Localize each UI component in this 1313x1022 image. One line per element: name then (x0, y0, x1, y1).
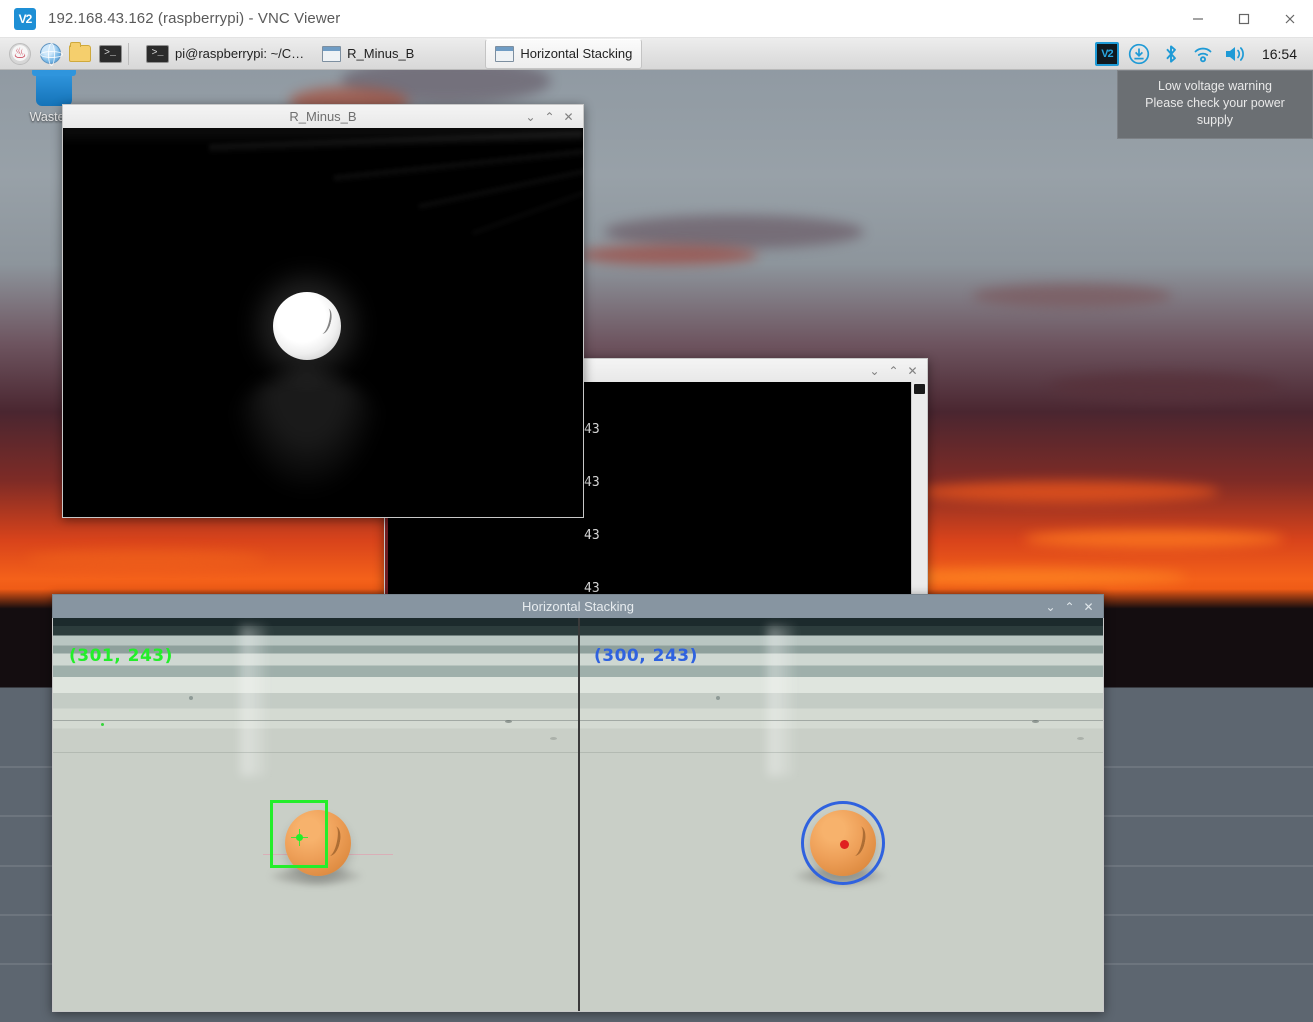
taskbar-item-label: pi@raspberrypi: ~/C… (175, 46, 305, 61)
noise-pixel (101, 723, 104, 726)
coordinate-label: (301, 243) (69, 646, 173, 666)
taskbar-separator (128, 42, 129, 65)
detected-blob (273, 292, 342, 361)
warning-line-1: Low voltage warning (1158, 79, 1272, 93)
wastebasket-icon (32, 68, 76, 106)
raspbian-taskbar: ♨ >_ >_ pi@raspberrypi: ~/C… R_Minus_B H… (0, 38, 1313, 70)
scene-speck (716, 696, 720, 700)
vnc-viewer-app: V2 192.168.43.162 (raspberrypi) - VNC Vi… (0, 0, 1313, 1022)
volume-icon (1225, 46, 1244, 61)
window-title: Horizontal Stacking (522, 599, 634, 614)
ball-reflection-glow (232, 373, 383, 494)
close-button[interactable]: ✕ (1080, 598, 1097, 616)
window-r-minus-b[interactable]: R_Minus_B ⌄ ⌃ ✕ (62, 104, 584, 518)
taskbar-item-label: R_Minus_B (347, 46, 415, 61)
tray-volume-button[interactable] (1220, 41, 1250, 67)
maximize-icon (1238, 13, 1250, 24)
terminal-line: 43 (584, 527, 600, 543)
taskbar-item-terminal[interactable]: >_ pi@raspberrypi: ~/C… (137, 39, 313, 69)
taskbar-system-tray: V2 16:54 (1092, 41, 1313, 67)
vnc-viewer-titlebar: V2 192.168.43.162 (raspberrypi) - VNC Vi… (0, 0, 1313, 38)
terminal-scrollbar[interactable] (911, 382, 927, 599)
scene-smudge (550, 737, 557, 740)
tray-update-button[interactable] (1124, 41, 1154, 67)
bounding-box-pane: (301, 243) (53, 618, 578, 1011)
close-button[interactable] (1267, 0, 1313, 38)
taskbar-window-list: >_ pi@raspberrypi: ~/C… R_Minus_B Horizo… (137, 38, 643, 70)
taskbar-item-horizontal-stacking[interactable]: Horizontal Stacking (485, 38, 643, 69)
minimize-button[interactable]: ⌄ (1042, 598, 1059, 616)
close-icon (1285, 14, 1295, 23)
r-minus-b-image (62, 128, 584, 518)
remote-desktop[interactable]: Wasteba ♨ >_ >_ pi@raspberrypi: ~/C… R_M… (0, 38, 1313, 1022)
scene-smudge (1077, 737, 1084, 740)
minimize-icon (1193, 17, 1203, 20)
globe-icon (39, 43, 63, 66)
maximize-button[interactable] (1221, 0, 1267, 38)
taskbar-item-r-minus-b[interactable]: R_Minus_B (313, 39, 423, 69)
file-manager-launcher[interactable] (66, 41, 94, 67)
maximize-button[interactable]: ⌃ (885, 362, 902, 380)
menu-button[interactable]: ♨ (6, 41, 34, 67)
terminal-icon: >_ (98, 44, 122, 63)
vnc-window-title: 192.168.43.162 (raspberrypi) - VNC Viewe… (48, 10, 341, 27)
vnc-window-controls (1175, 0, 1313, 38)
tray-wifi-button[interactable] (1188, 41, 1218, 67)
tray-bluetooth-button[interactable] (1156, 41, 1186, 67)
scene-smudge (505, 720, 512, 723)
taskbar-launchers: ♨ >_ (0, 41, 124, 67)
window-controls: ⌄ ⌃ ✕ (866, 362, 927, 380)
bluetooth-icon (1166, 44, 1176, 63)
update-icon (1128, 43, 1150, 64)
minimize-button[interactable] (1175, 0, 1221, 38)
window-title: R_Minus_B (289, 109, 357, 124)
tray-vnc-button[interactable]: V2 (1092, 41, 1122, 67)
taskbar-clock[interactable]: 16:54 (1252, 46, 1305, 62)
folder-icon (69, 42, 91, 62)
maximize-button[interactable]: ⌃ (1061, 598, 1078, 616)
wifi-icon (1194, 47, 1212, 62)
raspberry-icon: ♨ (9, 42, 31, 65)
scrollbar-thumb[interactable] (914, 384, 925, 394)
scene-smudge (1032, 720, 1039, 723)
light-streak (241, 625, 267, 776)
vnc-server-icon: V2 (1094, 41, 1119, 66)
warning-line-2: Please check your power supply (1145, 96, 1285, 127)
close-button[interactable]: ✕ (560, 108, 577, 126)
window-titlebar[interactable]: Horizontal Stacking ⌄ ⌃ ✕ (52, 594, 1104, 618)
window-icon (322, 45, 342, 62)
terminal-icon: >_ (146, 44, 169, 63)
vnc-logo-icon: V2 (14, 7, 36, 30)
min-enclosing-circle-pane: (300, 243) (578, 618, 1103, 1011)
minimize-button[interactable]: ⌄ (522, 108, 539, 126)
window-controls: ⌄ ⌃ ✕ (522, 108, 583, 126)
centroid-dot (296, 834, 303, 841)
difference-image-scene (63, 128, 583, 517)
low-voltage-warning: Low voltage warning Please check your po… (1117, 70, 1313, 139)
terminal-launcher-1[interactable]: >_ (96, 41, 124, 67)
window-horizontal-stacking[interactable]: Horizontal Stacking ⌄ ⌃ ✕ (301, 243) (30… (52, 594, 1104, 1012)
web-browser-launcher[interactable] (36, 41, 64, 67)
minimize-button[interactable]: ⌄ (866, 362, 883, 380)
center-dot (840, 840, 849, 849)
taskbar-item-label: Horizontal Stacking (520, 46, 633, 61)
scene-speck (189, 696, 193, 700)
window-icon (495, 45, 515, 62)
window-titlebar[interactable]: R_Minus_B ⌄ ⌃ ✕ (62, 104, 584, 128)
close-button[interactable]: ✕ (904, 362, 921, 380)
light-streak (768, 625, 794, 776)
stacked-images: (301, 243) (300, 243) (52, 618, 1104, 1012)
window-controls: ⌄ ⌃ ✕ (1042, 598, 1103, 616)
maximize-button[interactable]: ⌃ (541, 108, 558, 126)
coordinate-label: (300, 243) (594, 646, 698, 666)
